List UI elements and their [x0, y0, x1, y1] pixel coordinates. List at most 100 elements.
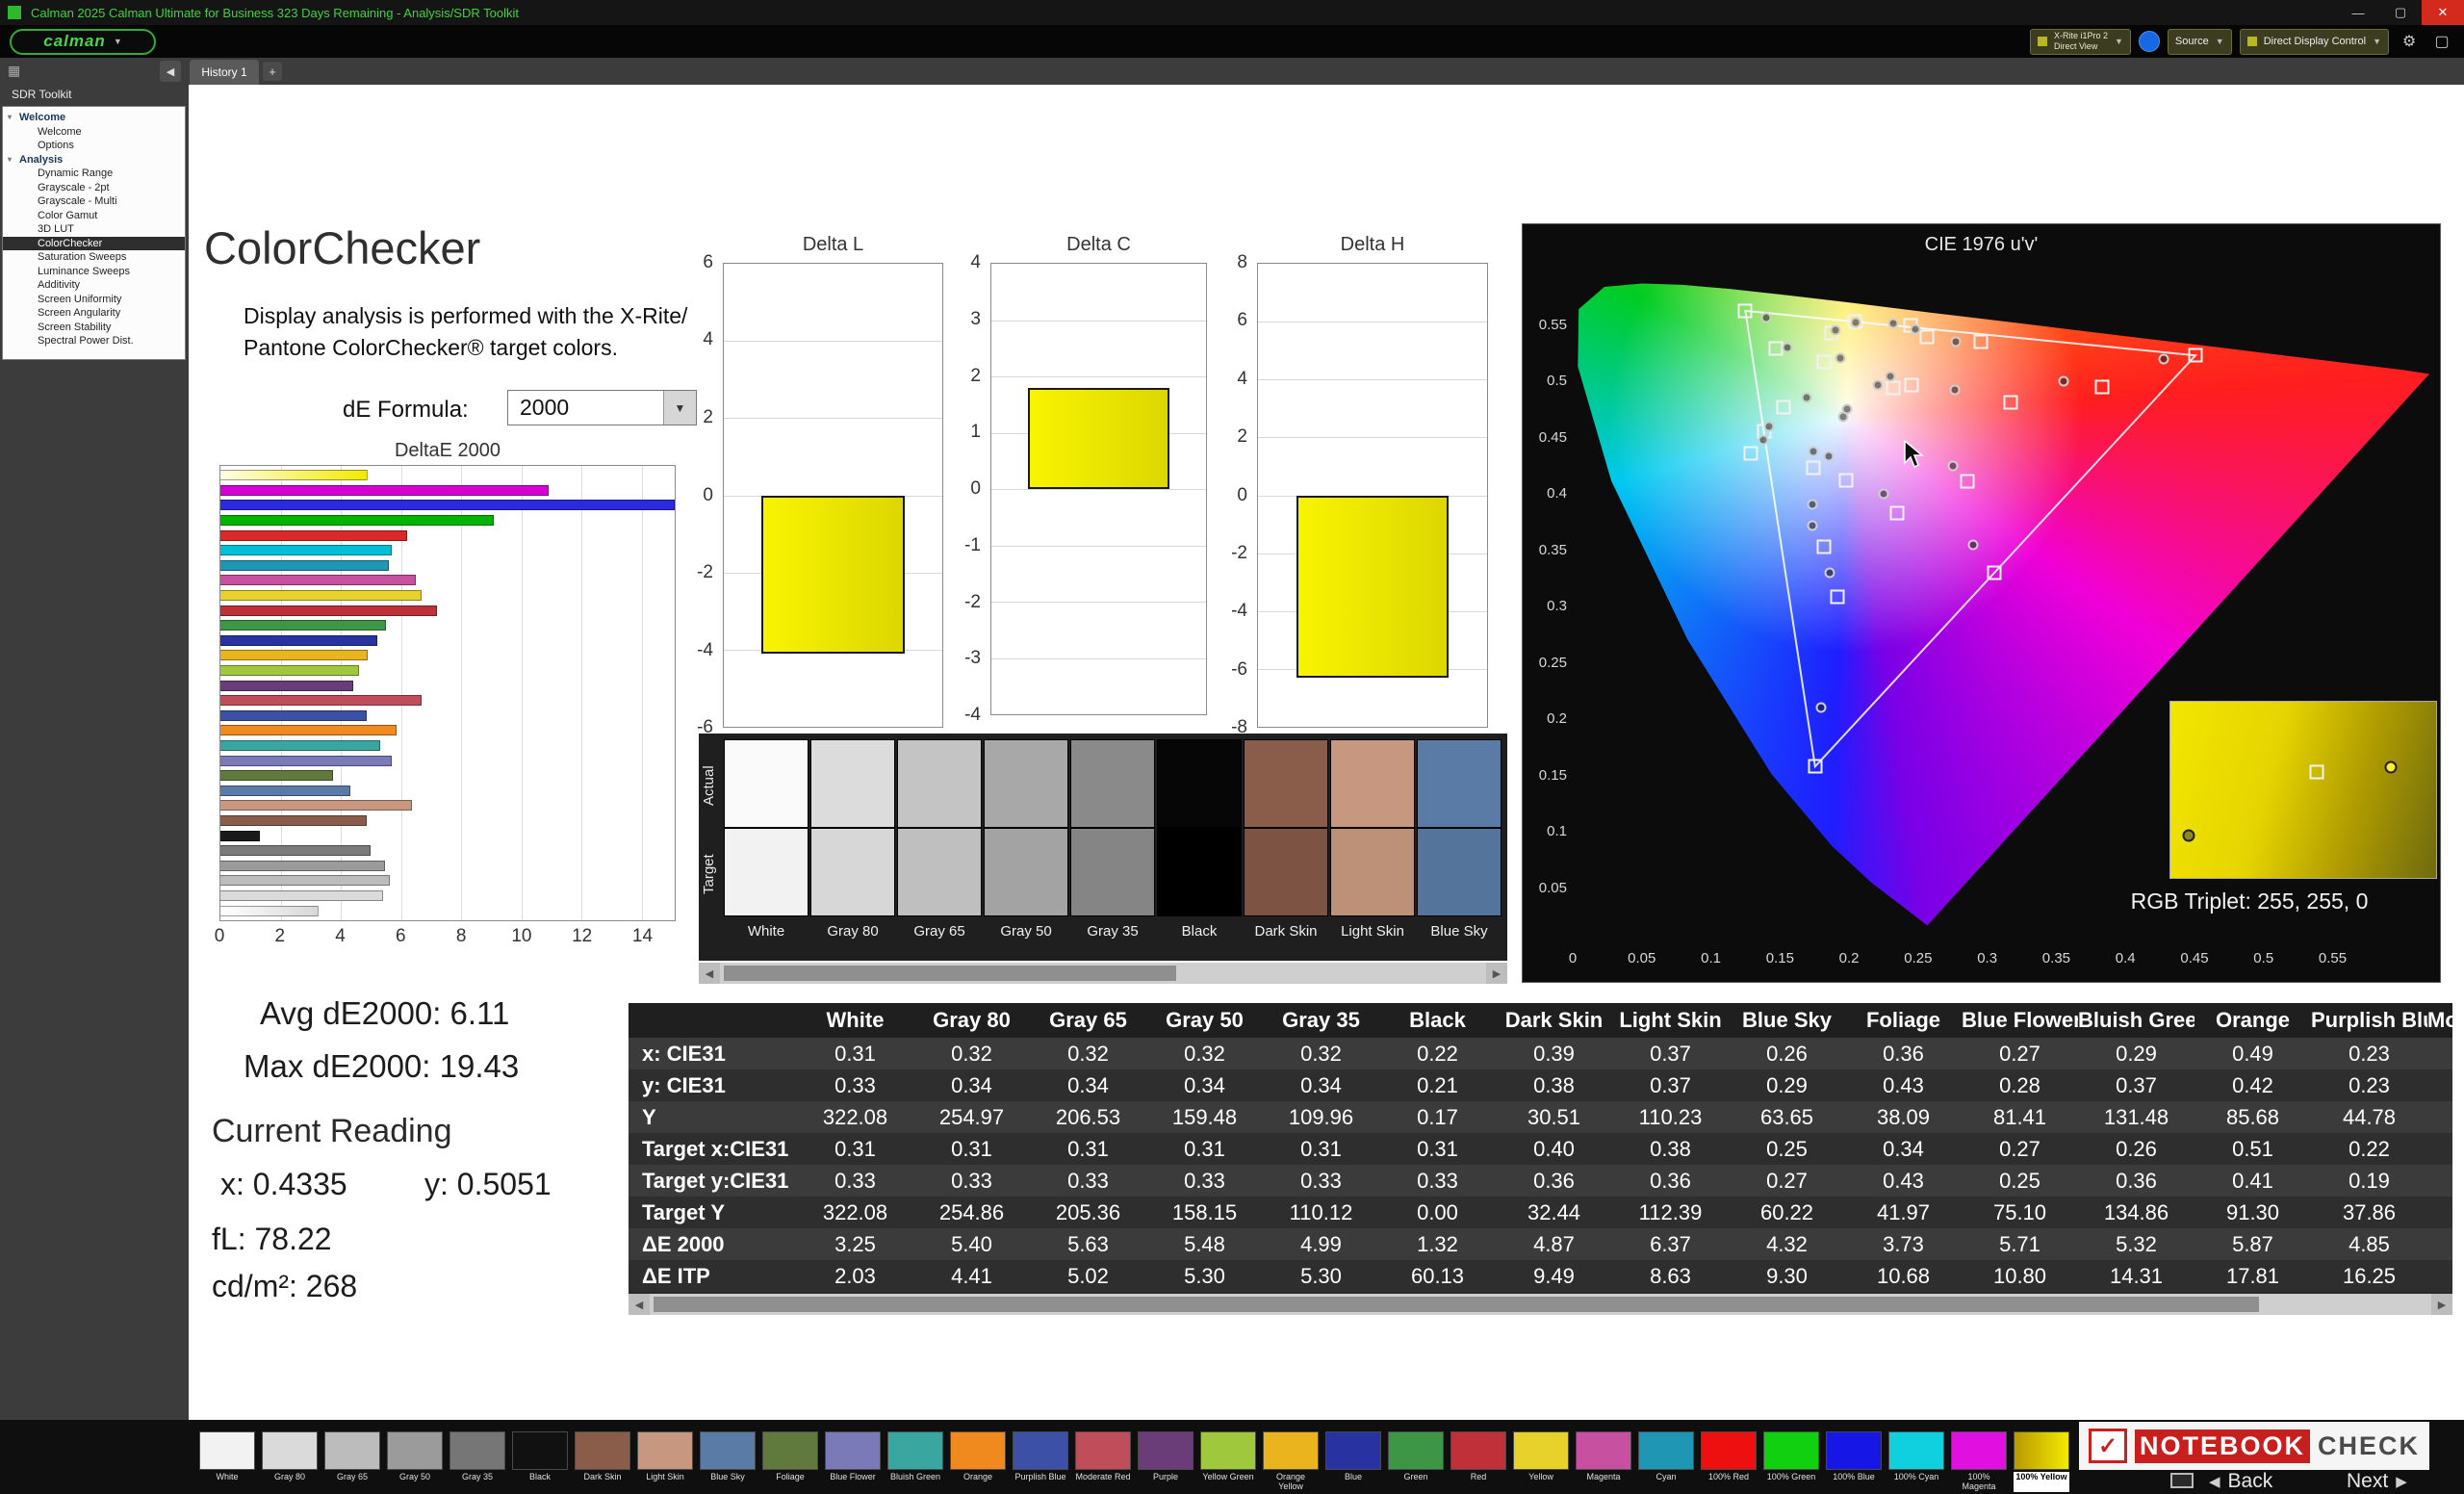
- maximize-button[interactable]: ▢: [2379, 0, 2422, 25]
- sidebar-item-3d-lut[interactable]: 3D LUT: [3, 222, 185, 237]
- tree-expand-icon[interactable]: ▾: [8, 111, 12, 125]
- bottom-swatch-dark-skin[interactable]: Dark Skin: [575, 1431, 630, 1492]
- bottom-swatch-yellow[interactable]: Yellow: [1513, 1431, 1569, 1492]
- bottom-swatch-purplish-blue[interactable]: Purplish Blue: [1013, 1431, 1068, 1492]
- bottom-swatch-orange-yellow[interactable]: Orange Yellow: [1263, 1431, 1319, 1492]
- bottom-swatch-moderate-red[interactable]: Moderate Red: [1075, 1431, 1131, 1492]
- swatch-label: Gray 80: [262, 1472, 318, 1492]
- bottom-swatch-light-skin[interactable]: Light Skin: [637, 1431, 693, 1492]
- calman-menu-button[interactable]: calman ▼: [10, 29, 156, 55]
- sidebar-item-spectral-power-dist[interactable]: Spectral Power Dist.: [3, 334, 185, 348]
- sidebar-item-options[interactable]: Options: [3, 139, 185, 153]
- sidebar-item-welcome[interactable]: Welcome: [3, 125, 185, 140]
- tree-expand-icon[interactable]: ▾: [8, 153, 12, 167]
- bottom-swatch-100-blue[interactable]: 100% Blue: [1826, 1431, 1882, 1492]
- display-icon[interactable]: [2170, 1473, 2194, 1488]
- bottom-swatch-gray-65[interactable]: Gray 65: [324, 1431, 380, 1492]
- sidebar-collapse-button[interactable]: ◀: [160, 61, 181, 82]
- sidebar-item-saturation-sweeps[interactable]: Saturation Sweeps: [3, 250, 185, 265]
- sidebar-section-welcome[interactable]: ▾Welcome: [3, 111, 185, 125]
- cie-measured-marker: [1873, 379, 1884, 390]
- sidebar-item-color-gamut[interactable]: Color Gamut: [3, 209, 185, 223]
- bottom-swatch-bluish-green[interactable]: Bluish Green: [887, 1431, 943, 1492]
- bottom-swatch-black[interactable]: Black: [512, 1431, 568, 1492]
- swatch-label: Orange: [950, 1472, 1006, 1492]
- add-tab-button[interactable]: +: [263, 62, 282, 81]
- scroll-left-icon[interactable]: ◀: [629, 1294, 650, 1315]
- close-button[interactable]: ✕: [2422, 0, 2464, 25]
- sidebar-item-screen-angularity[interactable]: Screen Angularity: [3, 306, 185, 321]
- bottom-swatch-100-yellow[interactable]: 100% Yellow: [2014, 1431, 2069, 1492]
- bottom-swatch-100-cyan[interactable]: 100% Cyan: [1888, 1431, 1944, 1492]
- column-header-white: White: [797, 1003, 913, 1038]
- bottom-swatch-white[interactable]: White: [199, 1431, 255, 1492]
- table-row-y: Y322.08254.97206.53159.48109.960.1730.51…: [629, 1101, 2452, 1133]
- bottom-swatch-gray-50[interactable]: Gray 50: [387, 1431, 443, 1492]
- bottom-swatch-foliage[interactable]: Foliage: [762, 1431, 818, 1492]
- bottom-swatch-100-red[interactable]: 100% Red: [1701, 1431, 1757, 1492]
- bottom-swatch-blue-flower[interactable]: Blue Flower: [825, 1431, 881, 1492]
- patch-column-gray-80[interactable]: Gray 80: [810, 739, 895, 945]
- tab-history-1[interactable]: History 1: [190, 60, 259, 85]
- scrollbar-thumb[interactable]: [654, 1297, 2259, 1312]
- minimize-button[interactable]: —: [2337, 0, 2379, 25]
- sidebar-item-luminance-sweeps[interactable]: Luminance Sweeps: [3, 265, 185, 279]
- swatch-color: [1513, 1431, 1569, 1470]
- scrollbar-thumb[interactable]: [724, 966, 1176, 981]
- axis-tick: -1: [964, 535, 981, 556]
- sidebar-section-analysis[interactable]: ▾Analysis: [3, 153, 185, 167]
- patch-column-light-skin[interactable]: Light Skin: [1330, 739, 1415, 945]
- table-cell: 16.25: [2311, 1260, 2427, 1292]
- scroll-right-icon[interactable]: ▶: [2431, 1294, 2452, 1315]
- table-cell: 32.44: [1496, 1197, 1612, 1228]
- window-layout-icon[interactable]: ▢: [2429, 32, 2454, 51]
- target-swatch: [1330, 828, 1415, 916]
- display-control-selector[interactable]: Direct Display Control ▼: [2240, 29, 2389, 55]
- cdm2-readout: cd/m²: 268: [212, 1269, 357, 1304]
- table-cell: 159.48: [1146, 1101, 1263, 1133]
- patch-column-gray-35[interactable]: Gray 35: [1070, 739, 1155, 945]
- patch-column-dark-skin[interactable]: Dark Skin: [1244, 739, 1328, 945]
- bottom-swatch-green[interactable]: Green: [1388, 1431, 1444, 1492]
- bottom-swatch-orange[interactable]: Orange: [950, 1431, 1006, 1492]
- workspace-grid-icon[interactable]: ▦: [8, 63, 20, 79]
- swatch-color: [1951, 1431, 2007, 1470]
- next-button[interactable]: Next ▶: [2347, 1470, 2407, 1493]
- sidebar-item-additivity[interactable]: Additivity: [3, 278, 185, 293]
- patch-column-blue-sky[interactable]: Blue Sky: [1417, 739, 1502, 945]
- bottom-swatch-100-green[interactable]: 100% Green: [1763, 1431, 1819, 1492]
- bottom-swatch-gray-35[interactable]: Gray 35: [449, 1431, 505, 1492]
- bottom-swatch-gray-80[interactable]: Gray 80: [262, 1431, 318, 1492]
- bottom-swatch-yellow-green[interactable]: Yellow Green: [1200, 1431, 1256, 1492]
- swatch-color: [1325, 1431, 1381, 1470]
- deltae-bar-100-blue: [220, 500, 675, 510]
- table-scrollbar[interactable]: ◀ ▶: [629, 1294, 2452, 1315]
- sidebar-item-grayscale-2pt[interactable]: Grayscale - 2pt: [3, 181, 185, 195]
- sidebar-item-grayscale-multi[interactable]: Grayscale - Multi: [3, 194, 185, 209]
- patch-column-black[interactable]: Black: [1157, 739, 1242, 945]
- scroll-right-icon[interactable]: ▶: [1486, 963, 1507, 984]
- back-button[interactable]: ◀ Back: [2209, 1470, 2272, 1493]
- sidebar-item-colorchecker[interactable]: ColorChecker: [3, 237, 185, 251]
- scroll-left-icon[interactable]: ◀: [699, 963, 720, 984]
- gear-icon[interactable]: ⚙: [2397, 32, 2422, 51]
- source-selector[interactable]: Source ▼: [2168, 29, 2232, 55]
- bottom-swatch-100-magenta[interactable]: 100% Magenta: [1951, 1431, 2007, 1492]
- bottom-swatch-magenta[interactable]: Magenta: [1576, 1431, 1631, 1492]
- meter-selector[interactable]: X-Rite i1Pro 2 Direct View ▼: [2030, 29, 2131, 55]
- patch-column-gray-50[interactable]: Gray 50: [984, 739, 1068, 945]
- sidebar-item-dynamic-range[interactable]: Dynamic Range: [3, 167, 185, 181]
- bottom-swatch-blue[interactable]: Blue: [1325, 1431, 1381, 1492]
- bottom-swatch-red[interactable]: Red: [1450, 1431, 1506, 1492]
- table-cell: 0.21: [1379, 1069, 1496, 1101]
- bottom-swatch-cyan[interactable]: Cyan: [1638, 1431, 1694, 1492]
- sidebar-item-screen-stability[interactable]: Screen Stability: [3, 321, 185, 335]
- bottom-swatch-blue-sky[interactable]: Blue Sky: [700, 1431, 756, 1492]
- source-badge-icon[interactable]: [2139, 31, 2160, 52]
- sidebar-item-screen-uniformity[interactable]: Screen Uniformity: [3, 293, 185, 307]
- patch-strip-scrollbar[interactable]: ◀ ▶: [699, 963, 1507, 984]
- patch-column-gray-65[interactable]: Gray 65: [897, 739, 982, 945]
- patch-column-white[interactable]: White: [724, 739, 808, 945]
- bottom-swatch-purple[interactable]: Purple: [1138, 1431, 1194, 1492]
- table-cell: 254.86: [913, 1197, 1030, 1228]
